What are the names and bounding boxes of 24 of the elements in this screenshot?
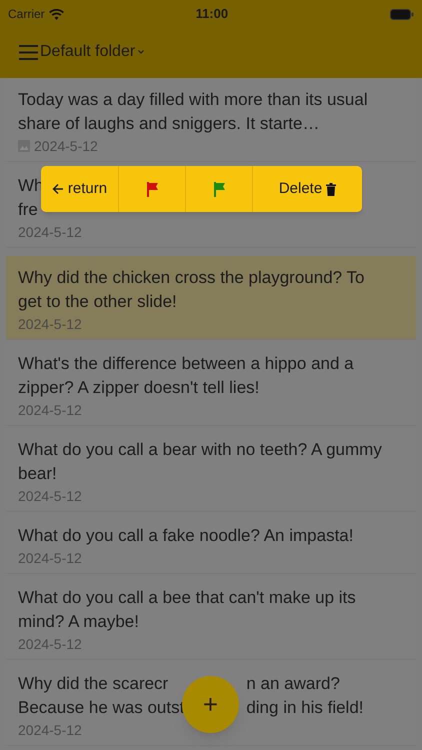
status-time: 11:00 [196,5,228,24]
folder-selector[interactable]: Default folder [40,40,144,64]
wifi-icon [48,8,64,20]
trash-icon [326,182,336,196]
carrier-label: Carrier [8,6,45,23]
chevron-down-icon [138,50,144,54]
delete-button[interactable]: Delete [252,166,362,212]
return-button[interactable]: return [41,166,118,212]
note-text: Why did the chicken cross the playground? To get to the other slide! [18,267,366,313]
note-text: What do you call a fake noodle? An impasta! [18,525,354,547]
battery-icon [390,8,414,20]
note-date: 2024-5-12 [18,315,82,333]
note-text: What do you call a bear with no teeth? A gummy bear! [18,439,383,485]
image-icon [18,140,30,152]
note-card[interactable]: Why did the chicken cross the playground? To get to the other slide! 2024-5-12 [6,256,416,340]
note-text: Today was a day filled with more than its usual share of laughs and sniggers. It starte… [18,89,369,135]
note-text: Why did the scarecr [18,673,170,695]
note-text: What do you call a bee that can't make up its mind? A maybe! [18,587,357,633]
note-text: What's the difference between a hippo and a zipper? A zipper doesn't tell lies! [18,353,355,399]
note-text: fre [18,199,38,221]
note-text: n an award? [246,673,341,695]
note-text: ding in his field! [246,697,364,719]
arrow-left-icon [52,183,64,195]
menu-icon[interactable] [19,44,38,60]
